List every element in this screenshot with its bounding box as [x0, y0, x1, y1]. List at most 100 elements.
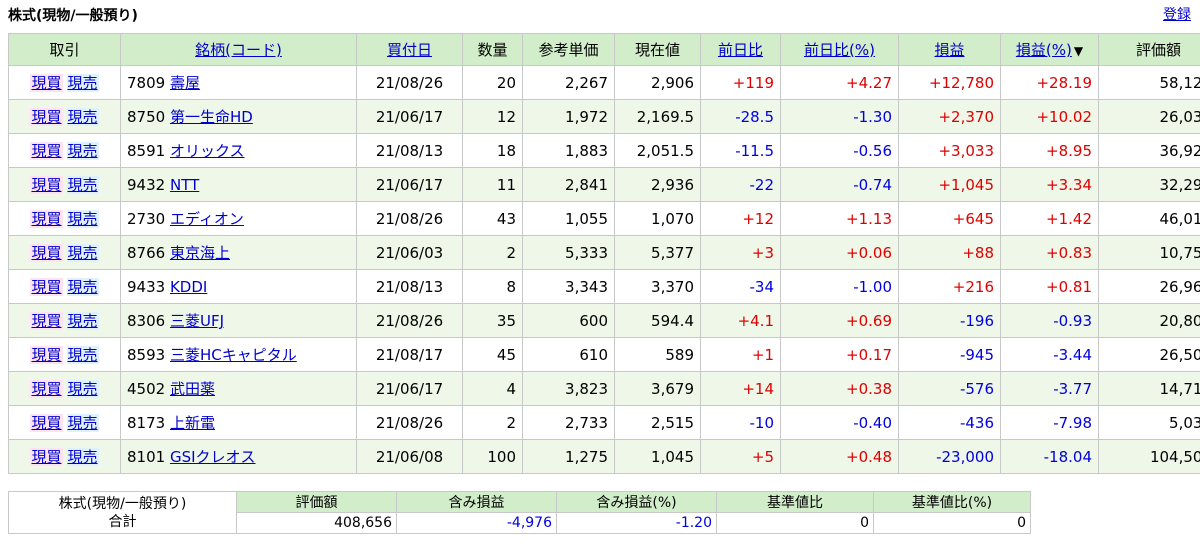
sell-link[interactable]: 現売 [66, 244, 99, 262]
quantity-cell: 18 [462, 133, 523, 168]
buy-link[interactable]: 現買 [30, 142, 63, 160]
stock-name-link[interactable]: 三菱HCキャピタル [170, 346, 297, 364]
col-pnl[interactable]: 損益 [898, 33, 1001, 66]
stock-cell: 9432 NTT [120, 167, 357, 202]
stock-name-link[interactable]: GSIクレオス [170, 448, 256, 466]
sort-desc-icon: ▼ [1073, 44, 1084, 58]
pnl-cell: +645 [898, 201, 1001, 236]
summary-label-line1: 株式(現物/一般預り) [58, 495, 187, 512]
sell-link[interactable]: 現売 [66, 142, 99, 160]
stock-code: 4502 [127, 380, 166, 398]
ref-price-cell: 2,733 [522, 405, 615, 440]
current-price-cell: 1,070 [614, 201, 701, 236]
sell-link[interactable]: 現売 [66, 346, 99, 364]
top-bar: 株式(現物/一般預り) 登録 [0, 0, 1200, 28]
quantity-cell: 8 [462, 269, 523, 304]
current-price-cell: 3,370 [614, 269, 701, 304]
sort-stock-link[interactable]: 銘柄(コード) [195, 41, 282, 59]
sell-link[interactable]: 現売 [66, 108, 99, 126]
trade-cell: 現買 現売 [8, 405, 121, 440]
day-change-pct-cell: +0.17 [780, 337, 899, 372]
buy-link[interactable]: 現買 [30, 176, 63, 194]
current-price-cell: 594.4 [614, 303, 701, 338]
register-link[interactable]: 登録 [1163, 4, 1191, 24]
day-change-pct-cell: -0.56 [780, 133, 899, 168]
trade-cell: 現買 現売 [8, 99, 121, 134]
buy-link[interactable]: 現買 [30, 312, 63, 330]
stock-name-link[interactable]: エディオン [170, 210, 244, 228]
day-change-pct-cell: +4.27 [780, 65, 899, 100]
buy-link[interactable]: 現買 [30, 380, 63, 398]
buy-date-cell: 21/08/17 [356, 337, 463, 372]
stock-name-link[interactable]: 上新電 [170, 414, 215, 432]
current-price-cell: 1,045 [614, 439, 701, 474]
buy-link[interactable]: 現買 [30, 244, 63, 262]
table-row: 現買 現売 7809 壽屋 21/08/26 20 2,267 2,906 +119 +4.27… [8, 65, 1200, 100]
buy-link[interactable]: 現買 [30, 414, 63, 432]
col-ref-price: 参考単価 [522, 33, 615, 66]
day-change-pct-cell: +0.06 [780, 235, 899, 270]
sort-pnl-pct-link[interactable]: 損益(%) [1016, 41, 1072, 59]
stock-name-link[interactable]: NTT [170, 176, 199, 194]
valuation-cell: 26,505 [1098, 337, 1200, 372]
stock-cell: 7809 壽屋 [120, 65, 357, 100]
stock-name-link[interactable]: オリックス [170, 142, 245, 160]
stock-name-link[interactable]: 武田薬 [170, 380, 215, 398]
table-row: 現買 現売 8101 GSIクレオス 21/06/08 100 1,275 1,045 +5 +… [8, 439, 1200, 474]
buy-link[interactable]: 現買 [30, 210, 63, 228]
sell-link[interactable]: 現売 [66, 74, 99, 92]
col-buy-date[interactable]: 買付日 [356, 33, 463, 66]
sell-link[interactable]: 現売 [66, 176, 99, 194]
buy-date-cell: 21/08/26 [356, 405, 463, 440]
day-change-pct-cell: +0.69 [780, 303, 899, 338]
stock-code: 8750 [127, 108, 166, 126]
pnl-cell: -436 [898, 405, 1001, 440]
summary-header-unrealized-pct: 含み損益(%) [556, 491, 717, 513]
day-change-pct-cell: -0.74 [780, 167, 899, 202]
stock-code: 9432 [127, 175, 166, 194]
ref-price-cell: 3,343 [522, 269, 615, 304]
pnl-cell: +2,370 [898, 99, 1001, 134]
sell-link[interactable]: 現売 [66, 312, 99, 330]
buy-link[interactable]: 現買 [30, 74, 63, 92]
stock-name-link[interactable]: 三菱UFJ [170, 312, 224, 330]
stock-code: 2730 [127, 210, 166, 228]
pnl-pct-cell: -3.44 [1000, 337, 1099, 372]
buy-link[interactable]: 現買 [30, 346, 63, 364]
buy-date-cell: 21/08/26 [356, 65, 463, 100]
pnl-cell: -576 [898, 371, 1001, 406]
sell-link[interactable]: 現売 [66, 278, 99, 296]
buy-link[interactable]: 現買 [30, 278, 63, 296]
stock-cell: 8750 第一生命HD [120, 99, 357, 134]
quantity-cell: 11 [462, 167, 523, 202]
sort-day-change-link[interactable]: 前日比 [718, 41, 763, 59]
valuation-cell: 20,804 [1098, 303, 1200, 338]
sell-link[interactable]: 現売 [66, 210, 99, 228]
col-stock[interactable]: 銘柄(コード) [120, 33, 357, 66]
stock-name-link[interactable]: 東京海上 [170, 244, 230, 262]
stock-name-link[interactable]: 壽屋 [170, 74, 200, 92]
quantity-cell: 2 [462, 235, 523, 270]
day-change-pct-cell: -1.30 [780, 99, 899, 134]
col-pnl-pct[interactable]: 損益(%) ▼ [1000, 33, 1099, 66]
buy-link[interactable]: 現買 [30, 448, 63, 466]
summary-label-line2: 合計 [108, 513, 137, 530]
stock-code: 8591 [127, 142, 166, 160]
current-price-cell: 5,377 [614, 235, 701, 270]
sell-link[interactable]: 現売 [66, 414, 99, 432]
sell-link[interactable]: 現売 [66, 380, 99, 398]
pnl-cell: -196 [898, 303, 1001, 338]
buy-link[interactable]: 現買 [30, 108, 63, 126]
col-day-change-pct[interactable]: 前日比(%) [780, 33, 899, 66]
sell-link[interactable]: 現売 [66, 448, 99, 466]
valuation-cell: 10,754 [1098, 235, 1200, 270]
sort-day-change-pct-link[interactable]: 前日比(%) [804, 41, 875, 59]
col-day-change[interactable]: 前日比 [700, 33, 781, 66]
stock-name-link[interactable]: KDDI [170, 278, 207, 296]
stock-name-link[interactable]: 第一生命HD [170, 108, 253, 126]
buy-date-cell: 21/06/08 [356, 439, 463, 474]
sort-buy-date-link[interactable]: 買付日 [387, 41, 432, 59]
day-change-pct-cell: +0.38 [780, 371, 899, 406]
sort-pnl-link[interactable]: 損益 [934, 41, 964, 59]
valuation-cell: 104,500 [1098, 439, 1200, 474]
